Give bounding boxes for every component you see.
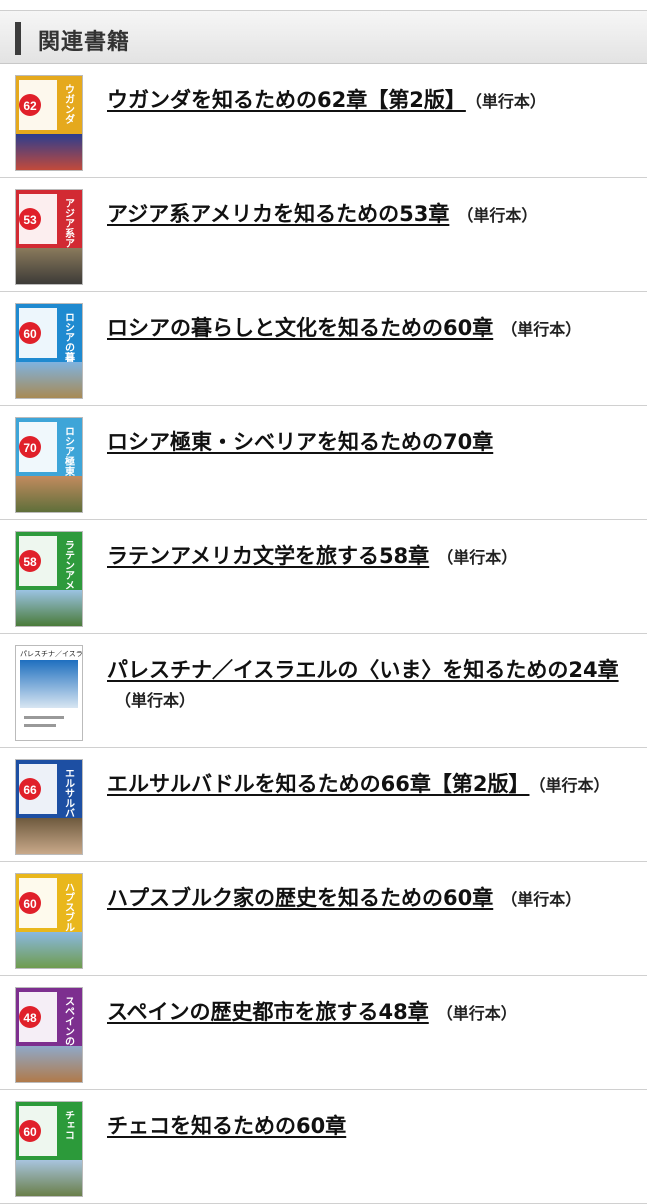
cover-art: 53 アジア系アメリカ [16,190,82,284]
cover-number: 70 [23,441,37,455]
header-accent-bar [15,22,21,55]
cover-photo [16,476,82,512]
book-text: スペインの歴史都市を旅する48章 （単行本） [107,998,623,1028]
cover-caption-line [24,716,64,719]
cover-art: 48 スペインの歴史都市 [16,988,82,1082]
book-title-link[interactable]: スペインの歴史都市を旅する48章 [107,1000,429,1024]
book-cover[interactable]: 48 スペインの歴史都市 [15,987,83,1083]
book-cover[interactable]: 60 ハプスブルク家の歴史 [15,873,83,969]
cover-number: 60 [23,1125,37,1139]
book-cover[interactable]: パレスチナ／イスラエル [15,645,83,741]
book-format-label: （単行本） [473,92,546,111]
book-item-3[interactable]: 70 ロシア極東・シベリア ロシア極東・シベリアを知るための70章 [0,406,647,520]
book-cover[interactable]: 70 ロシア極東・シベリア [15,417,83,513]
section-header: 関連書籍 [0,11,647,64]
cover-photo [16,248,82,284]
cover-title-text: パレスチナ／イスラエル [20,650,82,658]
book-title-link[interactable]: ロシア極東・シベリアを知るための70章 [107,430,493,454]
book-text: アジア系アメリカを知るための53章 （単行本） [107,200,623,230]
book-cover[interactable]: 60 ロシアの暮らしと文化 [15,303,83,399]
cover-number: 48 [23,1011,37,1025]
book-title-link[interactable]: ハプスブルク家の歴史を知るための60章 [107,886,493,910]
cover-number: 58 [23,555,37,569]
cover-photo [16,362,82,398]
cover-photo [16,818,82,854]
book-format-label: （単行本） [537,776,610,795]
cover-photo [20,660,78,708]
cover-art: 60 チェコ [16,1102,82,1196]
book-text: ロシア極東・シベリアを知るための70章 [107,428,623,458]
cover-art: 58 ラテンアメリカ文学 [16,532,82,626]
book-text: ラテンアメリカ文学を旅する58章 （単行本） [107,542,623,572]
book-item-8[interactable]: 48 スペインの歴史都市 スペインの歴史都市を旅する48章 （単行本） [0,976,647,1090]
book-title-link[interactable]: チェコを知るための60章 [107,1114,346,1138]
book-cover[interactable]: 60 チェコ [15,1101,83,1197]
cover-art: 60 ロシアの暮らしと文化 [16,304,82,398]
cover-photo [16,1046,82,1082]
related-books-list: 62 ウガンダ ウガンダを知るための62章【第2版】 （単行本） 53 アジア系アメリ… [0,64,647,1204]
book-item-7[interactable]: 60 ハプスブルク家の歴史 ハプスブルク家の歴史を知るための60章 （単行本） [0,862,647,976]
cover-art: 70 ロシア極東・シベリア [16,418,82,512]
book-title-link[interactable]: アジア系アメリカを知るための53章 [107,202,449,226]
book-cover[interactable]: 62 ウガンダ [15,75,83,171]
cover-art: 66 エルサルバドル [16,760,82,854]
cover-photo [16,1160,82,1196]
book-text: チェコを知るための60章 [107,1112,623,1142]
cover-number: 62 [23,99,37,113]
book-format-label: （単行本） [115,691,196,710]
book-title-link[interactable]: エルサルバドルを知るための66章【第2版】 [107,772,529,796]
book-title-link[interactable]: ウガンダを知るための62章【第2版】 [107,88,466,112]
cover-title-text: チェコ [63,1110,75,1140]
book-format-label: （単行本） [436,1004,517,1023]
book-item-5[interactable]: パレスチナ／イスラエル パレスチナ／イスラエルの〈いま〉を知るための24章 （単行… [0,634,647,748]
book-format-label: （単行本） [437,548,518,567]
book-text: エルサルバドルを知るための66章【第2版】 （単行本） [107,770,623,800]
book-text: ハプスブルク家の歴史を知るための60章 （単行本） [107,884,623,914]
book-title-link[interactable]: ロシアの暮らしと文化を知るための60章 [107,316,493,340]
book-cover[interactable]: 66 エルサルバドル [15,759,83,855]
book-title-link[interactable]: パレスチナ／イスラエルの〈いま〉を知るための24章 [107,658,619,682]
book-text: ロシアの暮らしと文化を知るための60章 （単行本） [107,314,623,344]
top-rule [0,0,647,11]
cover-number: 60 [23,327,37,341]
cover-number: 53 [23,213,37,227]
book-item-1[interactable]: 53 アジア系アメリカ アジア系アメリカを知るための53章 （単行本） [0,178,647,292]
book-format-label: （単行本） [457,206,538,225]
book-item-0[interactable]: 62 ウガンダ ウガンダを知るための62章【第2版】 （単行本） [0,64,647,178]
book-item-9[interactable]: 60 チェコ チェコを知るための60章 [0,1090,647,1204]
book-format-label: （単行本） [501,320,582,339]
book-item-6[interactable]: 66 エルサルバドル エルサルバドルを知るための66章【第2版】 （単行本） [0,748,647,862]
book-title-link[interactable]: ラテンアメリカ文学を旅する58章 [107,544,429,568]
cover-photo [16,134,82,170]
cover-photo [16,932,82,968]
section-title: 関連書籍 [38,30,131,55]
book-cover[interactable]: 58 ラテンアメリカ文学 [15,531,83,627]
book-cover[interactable]: 53 アジア系アメリカ [15,189,83,285]
book-format-label: （単行本） [501,890,582,909]
cover-caption-line [24,724,56,727]
book-text: パレスチナ／イスラエルの〈いま〉を知るための24章 （単行本） [107,656,623,715]
cover-title-text: ウガンダ [63,84,75,125]
book-item-4[interactable]: 58 ラテンアメリカ文学 ラテンアメリカ文学を旅する58章 （単行本） [0,520,647,634]
cover-art: 62 ウガンダ [16,76,82,170]
book-text: ウガンダを知るための62章【第2版】 （単行本） [107,86,623,116]
book-item-2[interactable]: 60 ロシアの暮らしと文化 ロシアの暮らしと文化を知るための60章 （単行本） [0,292,647,406]
cover-art: パレスチナ／イスラエル [16,646,82,740]
cover-photo [16,590,82,626]
cover-art: 60 ハプスブルク家の歴史 [16,874,82,968]
cover-number: 66 [23,783,37,797]
cover-number: 60 [23,897,37,911]
